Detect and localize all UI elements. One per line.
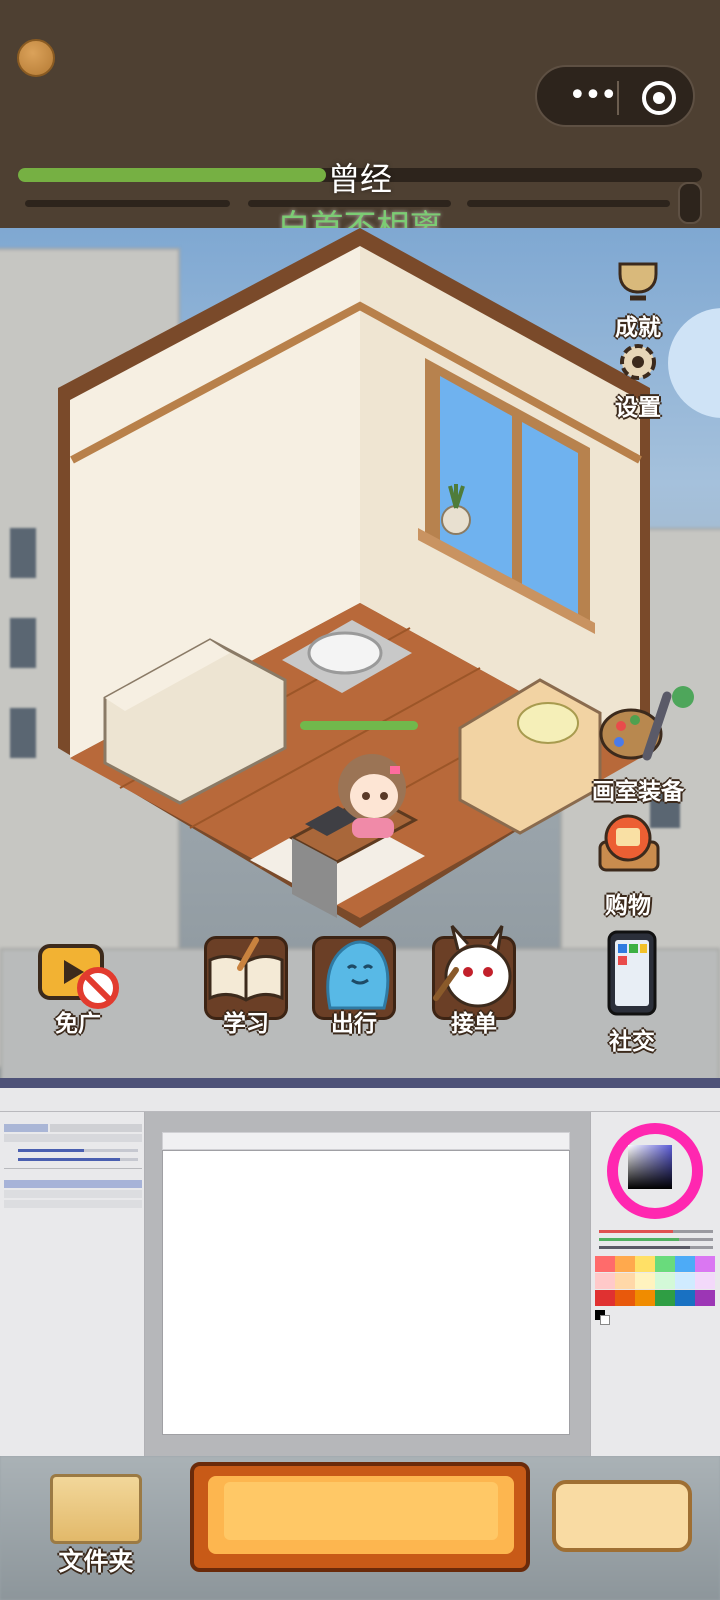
color-swatch[interactable] [655,1273,675,1289]
folder-icon [50,1474,142,1544]
window-glass-right [522,422,578,616]
drawing-app-panel [0,1078,720,1457]
character-eye [362,792,370,800]
sub-progress-bar-3 [467,200,670,207]
era-progress-fill [18,168,326,182]
color-swatch[interactable] [655,1256,675,1272]
size-slider[interactable] [18,1158,138,1161]
travel-label: 出行 [331,1011,377,1037]
red-slider[interactable] [599,1230,713,1233]
studio-equipment-label: 画室装备 [592,779,684,805]
color-swatch[interactable] [635,1273,655,1289]
color-swatch[interactable] [675,1273,695,1289]
character-face [350,774,398,818]
character-eye [380,792,388,800]
palette-brush-icon [599,691,672,761]
potted-plant [441,505,471,535]
take-order-label: 接单 [451,1011,497,1037]
color-swatch[interactable] [695,1290,715,1306]
color-swatches [595,1256,717,1307]
trophy-icon [618,262,658,301]
layer-tab[interactable] [50,1124,142,1132]
folder-button[interactable]: 文件夹 [44,1466,148,1586]
progress-handle [678,182,702,224]
main-action-button[interactable] [190,1462,530,1572]
bed-pillow [517,702,579,744]
top-bar: ••• 曾经 白首不相离 [0,0,720,246]
coin-icon[interactable] [17,39,55,77]
drawing-canvas[interactable] [162,1150,570,1435]
settings-button[interactable]: 设置 [598,340,678,422]
achievements-label: 成就 [615,315,661,341]
saturation-square[interactable] [628,1145,672,1189]
study-button[interactable]: 学习 [196,928,296,1038]
color-swatch[interactable] [595,1273,615,1289]
shop-button[interactable]: 购物 [588,808,668,920]
color-swatch[interactable] [695,1273,715,1289]
shop-label: 购物 [605,893,651,919]
character-body [352,818,394,838]
social-label: 社交 [609,1029,655,1055]
target-close-icon[interactable] [642,81,676,115]
color-swatch[interactable] [635,1256,655,1272]
mini-program-capsule: ••• [535,65,695,127]
squat-toilet [307,631,383,675]
settings-label: 设置 [615,395,661,421]
studio-equipment-button[interactable]: 画室装备 [578,688,698,806]
layer-item-selected[interactable] [4,1180,142,1188]
layer-item[interactable] [4,1190,142,1198]
study-label: 学习 [223,1011,269,1037]
game-scene: 成就 设置 画室装备 购物 社交 免广 学习 出行 接单 [0,228,720,1078]
color-swatch[interactable] [695,1256,715,1272]
achievements-button[interactable]: 成就 [598,260,678,342]
color-swatch[interactable] [615,1256,635,1272]
color-swatch[interactable] [655,1290,675,1306]
app-menu-bar [0,1088,720,1112]
color-swatch[interactable] [675,1256,695,1272]
bottom-bar: 文件夹 [0,1456,720,1600]
blue-ghost-icon [326,940,390,1010]
secondary-action-button[interactable] [552,1480,692,1552]
phone-icon [607,930,657,1016]
era-label: 曾经 [327,160,392,198]
hair-bow [390,766,400,774]
no-ads-label: 免广 [55,1011,101,1037]
folder-label: 文件夹 [58,1547,134,1576]
sub-progress-bar-1 [25,200,230,207]
background-color[interactable] [600,1315,610,1325]
take-order-button[interactable]: 接单 [424,925,524,1038]
travel-button[interactable]: 出行 [304,928,404,1038]
color-swatch[interactable] [615,1290,635,1306]
tv-apple-icon [598,814,660,872]
blue-slider[interactable] [599,1246,713,1249]
book-icon [208,937,284,1002]
color-swatch[interactable] [595,1290,615,1306]
document-tab[interactable] [162,1132,570,1150]
layer-item[interactable] [4,1200,142,1208]
white-bunny-icon [433,925,512,1008]
character-task-progress [300,721,418,730]
canvas-area [145,1112,590,1457]
layer-row [4,1134,142,1142]
layer-tab-active[interactable] [4,1124,48,1132]
gear-icon [620,344,656,380]
color-swatch[interactable] [635,1290,655,1306]
color-swatch[interactable] [615,1273,635,1289]
no-ads-button[interactable]: 免广 [28,928,128,1038]
social-button[interactable]: 社交 [592,928,672,1056]
capsule-divider [617,81,619,115]
panel-divider [4,1168,142,1169]
green-slider[interactable] [599,1238,713,1241]
main-action-highlight [224,1482,498,1540]
color-swatch[interactable] [675,1290,695,1306]
app-left-panel [0,1112,145,1457]
opacity-slider[interactable] [18,1149,138,1152]
color-swatch[interactable] [595,1256,615,1272]
color-panel [590,1112,720,1457]
